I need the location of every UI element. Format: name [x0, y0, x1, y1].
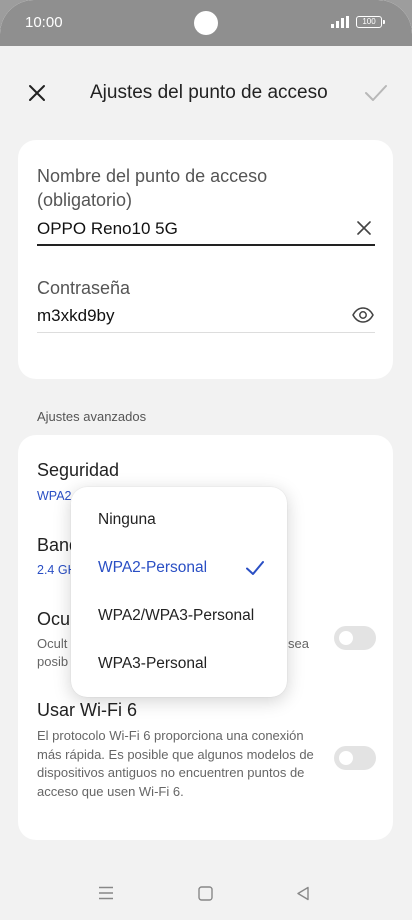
- square-icon: [197, 885, 213, 901]
- password-label: Contraseña: [37, 278, 131, 298]
- back-triangle-icon: [297, 886, 309, 900]
- hide-network-desc-end: sea: [288, 636, 309, 651]
- wifi6-desc: El protocolo Wi-Fi 6 proporciona una con…: [37, 728, 314, 799]
- hide-network-title: Ocul: [37, 609, 75, 629]
- security-option-none[interactable]: Ninguna: [71, 497, 287, 545]
- confirm-button[interactable]: [360, 78, 392, 108]
- back-button[interactable]: [292, 882, 314, 904]
- status-time: 10:00: [25, 14, 63, 31]
- eye-icon: [352, 307, 374, 323]
- option-label: Ninguna: [98, 511, 156, 528]
- page-title: Ajustes del punto de acceso: [90, 82, 328, 103]
- battery-icon: 100: [356, 16, 385, 28]
- home-button[interactable]: [194, 882, 216, 904]
- security-option-wpa3[interactable]: WPA3-Personal: [71, 641, 287, 689]
- settings-sheet: Ajustes del punto de acceso Nombre del p…: [0, 46, 412, 920]
- security-option-wpa2[interactable]: WPA2-Personal: [71, 545, 287, 593]
- name-underline: [37, 244, 375, 246]
- hotspot-name-input[interactable]: OPPO Reno10 5G: [37, 219, 178, 239]
- security-value: WPA2: [37, 489, 72, 503]
- option-label: WPA3-Personal: [98, 655, 208, 672]
- menu-icon: [99, 886, 113, 900]
- clear-name-button[interactable]: [352, 216, 376, 240]
- close-icon: [29, 85, 45, 101]
- security-title[interactable]: Seguridad: [37, 460, 119, 481]
- header: Ajustes del punto de acceso: [0, 46, 412, 142]
- advanced-section-title: Ajustes avanzados: [37, 409, 147, 424]
- wifi6-title: Usar Wi-Fi 6: [37, 700, 137, 720]
- phone-screen: 10:00 100 Ajustes del punto de acceso No…: [0, 0, 412, 920]
- password-input[interactable]: m3xkd9by: [37, 306, 114, 326]
- close-button[interactable]: [22, 78, 52, 108]
- status-bar: 10:00 100: [0, 0, 412, 46]
- clear-icon: [357, 221, 371, 235]
- show-password-button[interactable]: [350, 303, 376, 327]
- hide-network-toggle[interactable]: [334, 626, 376, 650]
- recent-apps-button[interactable]: [95, 882, 117, 904]
- password-underline: [37, 332, 375, 333]
- option-label: WPA2/WPA3-Personal: [98, 607, 255, 624]
- checkmark-icon: [365, 85, 387, 101]
- security-dropdown: Ninguna WPA2-Personal WPA2/WPA3-Personal…: [71, 487, 287, 697]
- navigation-bar: [0, 868, 412, 920]
- hotspot-card: Nombre del punto de acceso (obligatorio)…: [18, 140, 393, 379]
- hotspot-name-label-required: (obligatorio): [37, 190, 133, 210]
- checkmark-icon: [246, 561, 264, 575]
- security-option-wpa2-wpa3[interactable]: WPA2/WPA3-Personal: [71, 593, 287, 641]
- front-camera: [194, 11, 218, 35]
- hotspot-name-label: Nombre del punto de acceso: [37, 166, 268, 186]
- signal-icon: [331, 16, 349, 28]
- option-label: WPA2-Personal: [98, 559, 208, 576]
- battery-level: 100: [362, 17, 376, 26]
- wifi6-toggle[interactable]: [334, 746, 376, 770]
